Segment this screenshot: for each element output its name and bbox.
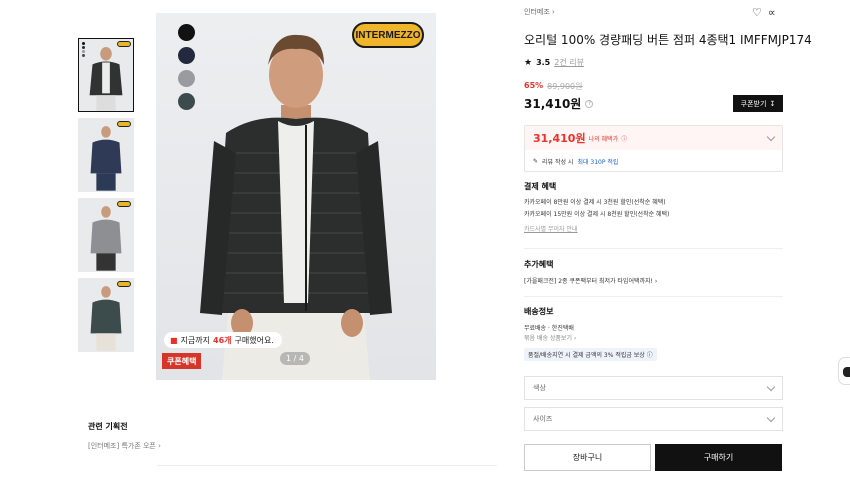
my-benefit-box: 31,410원 나의 혜택가 ⓘ ✎ 리뷰 작성 시 최대 310P 적립 bbox=[524, 125, 783, 172]
thumbnail-model-image bbox=[89, 47, 123, 111]
thumbnail-model-image bbox=[90, 126, 122, 191]
help-icon[interactable]: ? bbox=[585, 99, 594, 108]
thumbnail-brand-logo bbox=[117, 41, 131, 47]
color-select[interactable]: 색상 bbox=[524, 376, 783, 400]
sale-price: 31,410원 ? bbox=[524, 95, 594, 112]
lock-icon: ■ bbox=[170, 335, 178, 345]
get-coupon-label: 쿠폰받기 bbox=[740, 99, 767, 108]
thumbnail-model-image bbox=[90, 286, 122, 351]
purchase-count-value: 46개 bbox=[213, 335, 232, 345]
purchase-actions: 장바구니 구매하기 bbox=[524, 444, 783, 471]
product-title: 오리털 100% 경량패딩 버튼 점퍼 4종택1 IMFFMJP174 bbox=[524, 33, 812, 47]
purchase-count-badge: ■ 지금까지 46개 구매했어요. bbox=[164, 332, 282, 348]
thumbnail-model-image bbox=[90, 206, 122, 271]
help-icon: ⓘ bbox=[621, 135, 628, 143]
image-pager: 1 / 4 bbox=[280, 352, 310, 365]
pencil-icon: ✎ bbox=[533, 157, 539, 165]
floating-side-button[interactable] bbox=[838, 357, 850, 385]
rating-row: ★ 3.5 2건 리뷰 bbox=[524, 57, 784, 68]
card-installment-link[interactable]: 카드사별 무이자 안내 bbox=[524, 224, 784, 233]
bundle-shipping-link[interactable]: 묶음 배송 상품보기 › bbox=[524, 333, 784, 344]
model-illustration bbox=[200, 34, 392, 380]
related-exhibition-link-label: [인터메조] 특가존 오픈 bbox=[88, 442, 156, 450]
my-benefit-label: 나의 혜택가 bbox=[588, 135, 619, 143]
delay-compensation-label: 품절/배송지연 시 결제 금액의 3% 적립금 보상 bbox=[528, 352, 645, 359]
chevron-down-icon bbox=[766, 382, 776, 391]
divider bbox=[524, 248, 783, 249]
brand-logo: INTERMEZZO bbox=[352, 22, 424, 48]
my-benefit-header[interactable]: 31,410원 나의 혜택가 ⓘ bbox=[525, 126, 782, 150]
thumbnail-3[interactable] bbox=[78, 198, 134, 272]
coupon-benefit-badge: 쿠폰혜택 bbox=[162, 353, 202, 369]
chevron-right-icon: › bbox=[552, 8, 555, 16]
shipping-info-title: 배송정보 bbox=[524, 307, 554, 316]
price-row: 31,410원 ? 쿠폰받기 ↧ bbox=[524, 95, 783, 112]
thumbnail-brand-logo bbox=[117, 281, 131, 287]
color-option-gray[interactable] bbox=[178, 70, 195, 87]
chevron-right-icon: › bbox=[654, 278, 658, 285]
related-exhibitions-title: 관련 기획전 bbox=[88, 422, 128, 431]
color-option-dark-green[interactable] bbox=[178, 93, 195, 110]
sale-price-value: 31,410원 bbox=[524, 97, 582, 111]
my-benefit-price: 31,410원 나의 혜택가 ⓘ bbox=[533, 130, 627, 146]
purchase-count-suffix: 구매했어요. bbox=[234, 335, 274, 345]
thumbnail-2[interactable] bbox=[78, 118, 134, 192]
payment-benefit-title: 결제 혜택 bbox=[524, 182, 557, 191]
size-select-label: 사이즈 bbox=[533, 415, 553, 423]
chat-icon bbox=[843, 367, 850, 377]
color-select-label: 색상 bbox=[533, 384, 546, 392]
original-price: 89,900원 bbox=[547, 82, 583, 91]
review-point-value: 최대 310P 적립 bbox=[577, 158, 619, 166]
bundle-shipping-label: 묶음 배송 상품보기 bbox=[524, 335, 572, 342]
chevron-right-icon: › bbox=[158, 442, 161, 450]
thumbnail-4[interactable] bbox=[78, 278, 134, 352]
color-option-black[interactable] bbox=[178, 24, 195, 41]
my-benefit-price-value: 31,410원 bbox=[533, 132, 586, 145]
get-coupon-button[interactable]: 쿠폰받기 ↧ bbox=[733, 95, 783, 112]
chevron-right-icon: › bbox=[573, 335, 577, 342]
discount-percent: 65% bbox=[524, 81, 544, 90]
thumbnail-color-dots bbox=[82, 42, 85, 58]
review-count-link[interactable]: 2건 리뷰 bbox=[554, 57, 584, 68]
brand-breadcrumb[interactable]: 인터메조 › bbox=[524, 7, 784, 17]
divider bbox=[157, 465, 497, 466]
review-point-prefix: 리뷰 작성 시 bbox=[542, 158, 574, 166]
buy-now-button[interactable]: 구매하기 bbox=[655, 444, 782, 471]
main-product-image[interactable]: INTERMEZZO ■ 지금까지 46개 구매했어요. 쿠폰혜택 1 / 4 bbox=[156, 13, 436, 380]
chevron-down-icon bbox=[766, 132, 776, 141]
extra-benefit-link[interactable]: [가을패크전] 2종 쿠폰팩부터 최저가 타임어택까지! › bbox=[524, 276, 784, 287]
thumbnail-brand-logo bbox=[117, 121, 131, 127]
product-actions: ♡ ∝ bbox=[752, 6, 776, 19]
related-exhibition-link[interactable]: [인터메조] 특가존 오픈 › bbox=[88, 441, 161, 451]
heart-icon[interactable]: ♡ bbox=[752, 6, 762, 19]
share-icon[interactable]: ∝ bbox=[768, 6, 776, 19]
review-point-row: ✎ 리뷰 작성 시 최대 310P 적립 bbox=[525, 150, 782, 172]
purchase-count-prefix: 지금까지 bbox=[180, 335, 211, 345]
brand-breadcrumb-label: 인터메조 bbox=[524, 8, 550, 16]
add-to-cart-button[interactable]: 장바구니 bbox=[524, 444, 651, 471]
color-option-navy[interactable] bbox=[178, 47, 195, 64]
chevron-down-icon bbox=[766, 413, 776, 422]
extra-benefit-title: 추가혜택 bbox=[524, 260, 554, 269]
thumbnail-brand-logo bbox=[117, 201, 131, 207]
rating-score: 3.5 bbox=[536, 58, 551, 67]
thumbnail-list bbox=[78, 38, 135, 358]
info-icon: ⓘ bbox=[646, 352, 653, 359]
discount-row: 65% 89,900원 bbox=[524, 81, 784, 92]
star-icon: ★ bbox=[524, 57, 533, 68]
size-select[interactable]: 사이즈 bbox=[524, 407, 783, 431]
download-icon: ↧ bbox=[769, 99, 776, 108]
extra-benefit-label: [가을패크전] 2종 쿠폰팩부터 최저가 타임어택까지! bbox=[524, 278, 653, 285]
delay-compensation-badge: 품절/배송지연 시 결제 금액의 3% 적립금 보상 ⓘ bbox=[524, 348, 657, 361]
thumbnail-1[interactable] bbox=[78, 38, 134, 112]
payment-benefit-line-2: 카카오페이 15만원 이상 결제 시 8천원 할인(선착순 혜택) bbox=[524, 211, 670, 218]
payment-benefit-line-1: 카카오페이 8만원 이상 결제 시 3천원 할인(선착순 혜택) bbox=[524, 199, 666, 206]
color-option-list bbox=[178, 24, 195, 116]
divider bbox=[524, 296, 783, 297]
